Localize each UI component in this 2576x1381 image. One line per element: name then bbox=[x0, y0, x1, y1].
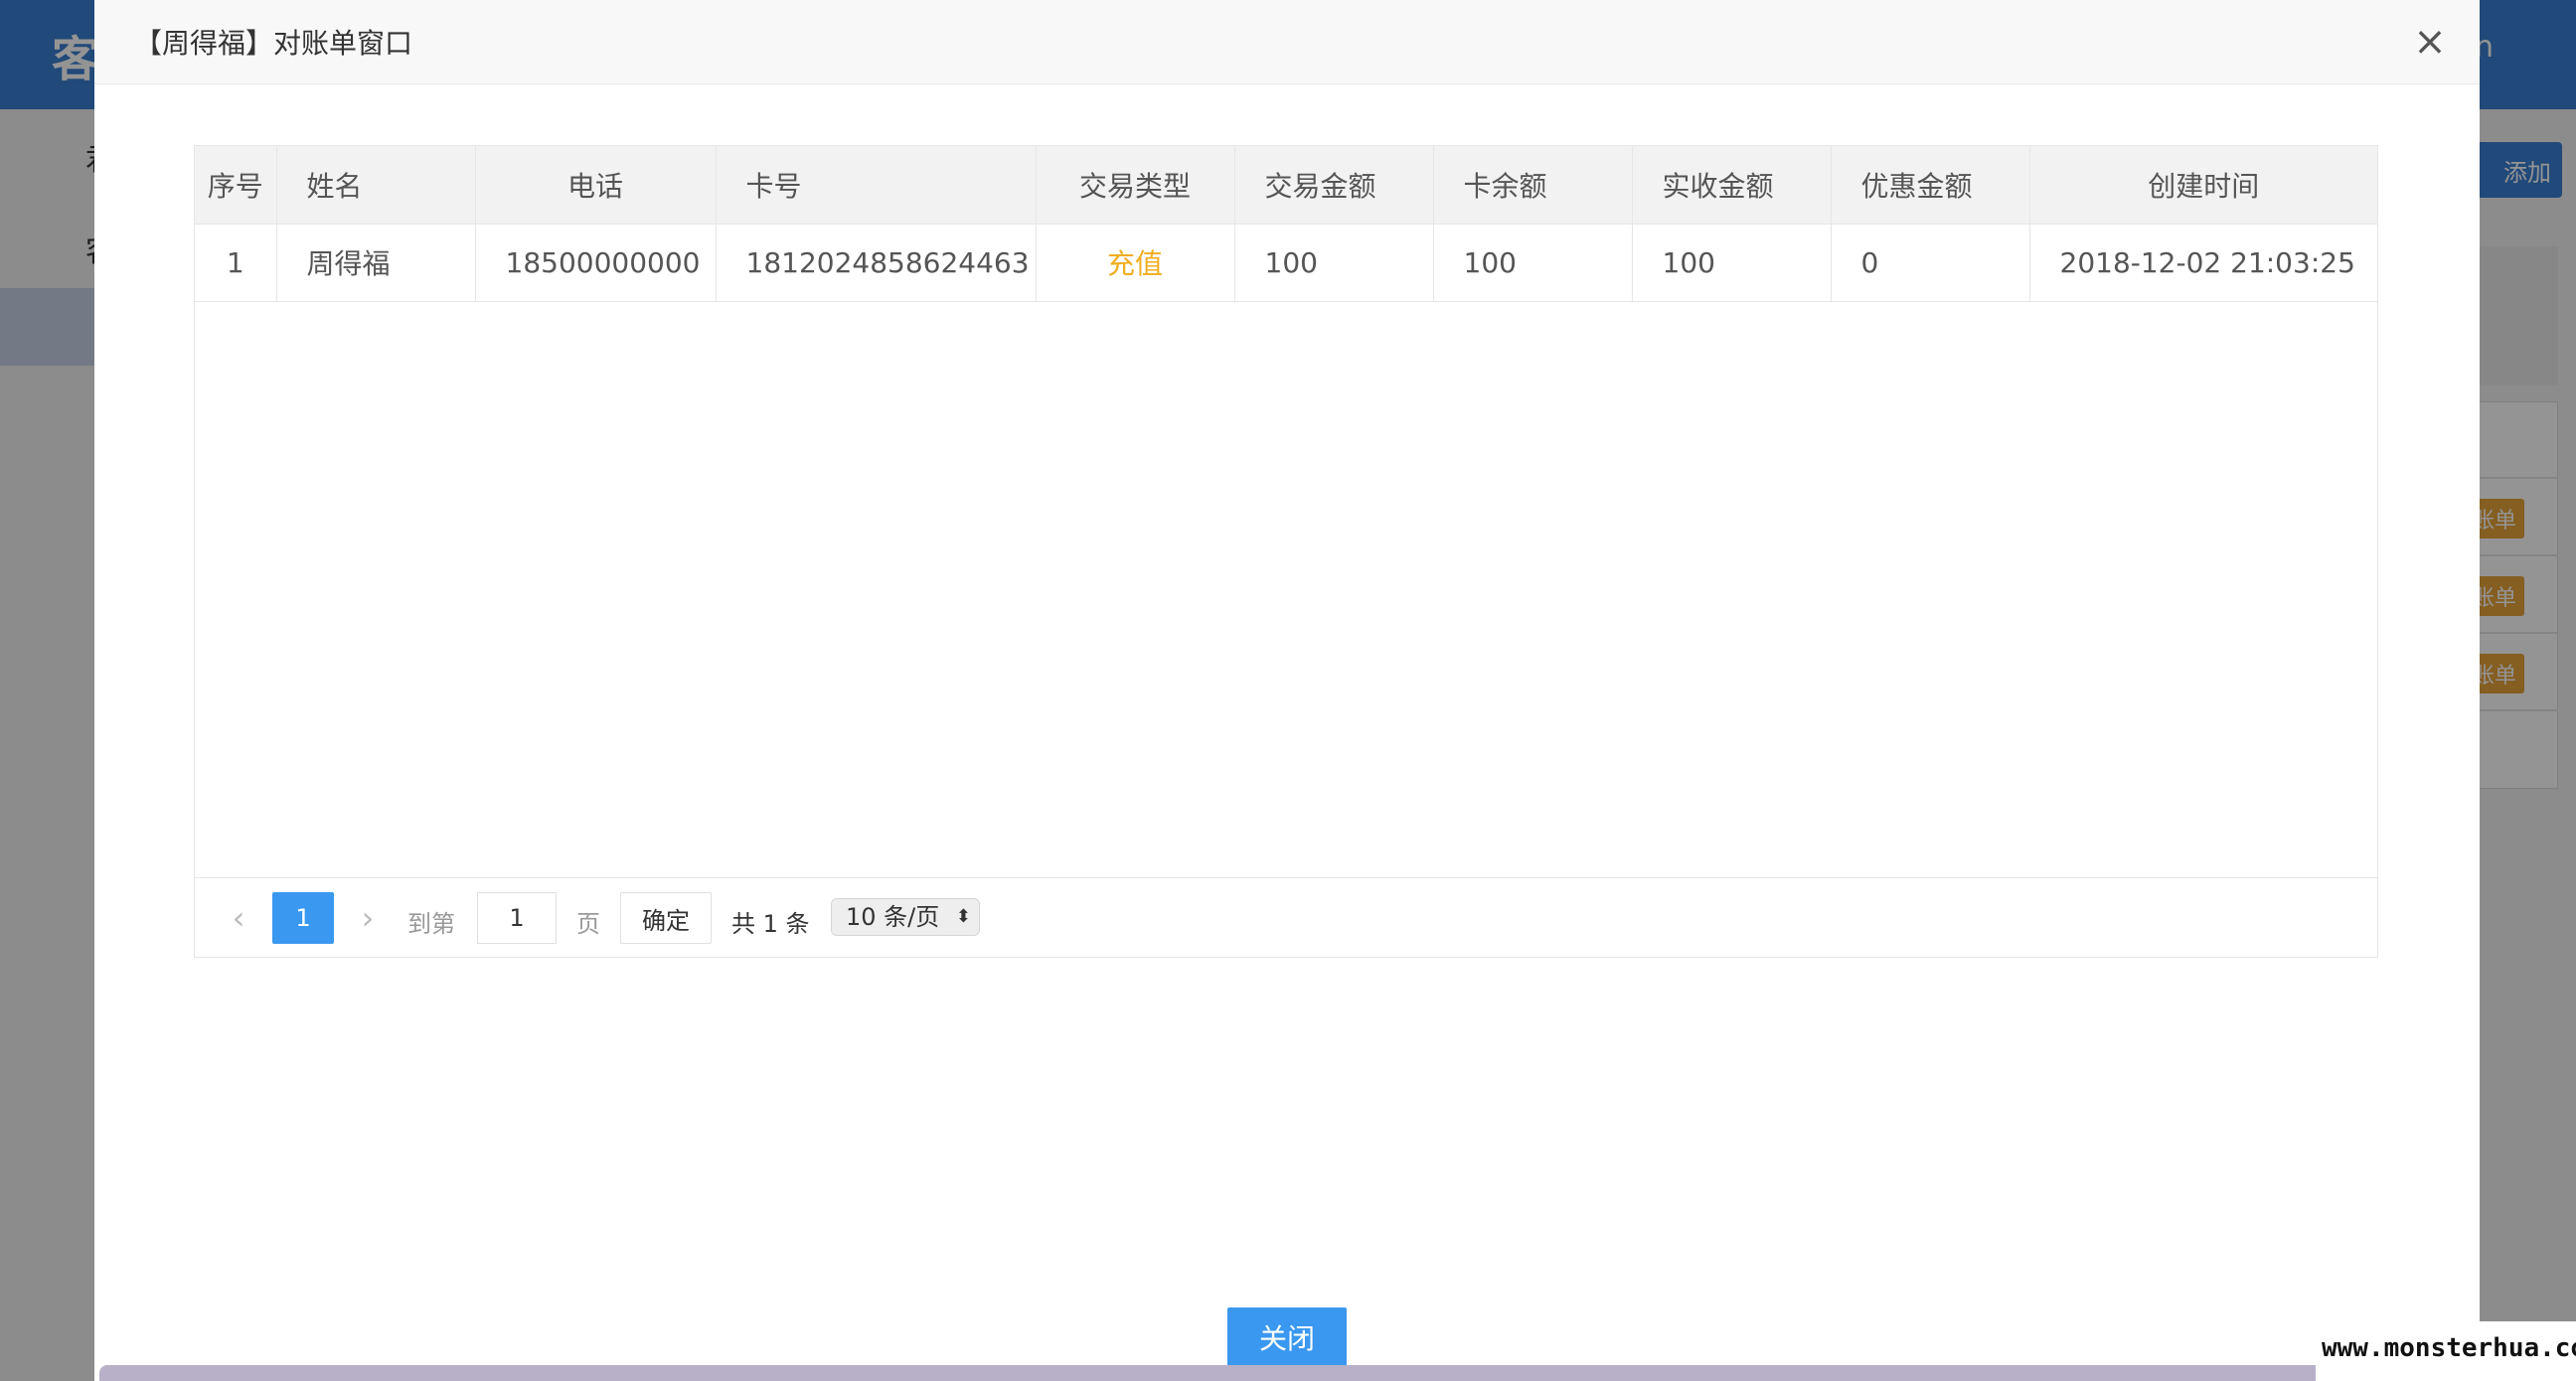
cell-received: 100 bbox=[1632, 224, 1832, 302]
col-header-type: 交易类型 bbox=[1036, 146, 1235, 225]
page-size-select[interactable]: 10 条/页 ⬍ bbox=[831, 898, 980, 936]
table-header-row: 序号 姓名 电话 卡号 交易类型 交易金额 卡余额 实收金额 优惠金额 创建时间 bbox=[195, 146, 2377, 225]
table-row: 1 周得福 18500000000 1812024858624463 充值 10… bbox=[195, 224, 2377, 302]
cell-discount: 0 bbox=[1831, 224, 2030, 302]
total-count: 共 1 条 bbox=[731, 910, 810, 938]
cell-created-at: 2018-12-02 21:03:25 bbox=[2029, 224, 2377, 302]
col-header-card-no: 卡号 bbox=[716, 146, 1037, 225]
page-unit-label: 页 bbox=[576, 910, 600, 938]
page-size-value: 10 条/页 bbox=[846, 903, 940, 931]
next-page-icon[interactable]: › bbox=[344, 892, 392, 944]
bottom-taskbar bbox=[99, 1365, 2445, 1381]
close-button[interactable]: 关闭 bbox=[1227, 1307, 1347, 1367]
cell-phone: 18500000000 bbox=[475, 224, 717, 302]
watermark: www.monsterhua.com bbox=[2316, 1321, 2576, 1381]
col-header-balance: 卡余额 bbox=[1433, 146, 1633, 225]
cell-amount: 100 bbox=[1234, 224, 1434, 302]
select-arrow-icon: ⬍ bbox=[955, 906, 971, 927]
goto-label: 到第 bbox=[407, 910, 455, 938]
close-icon[interactable]: × bbox=[2410, 22, 2450, 62]
statement-table: 序号 姓名 电话 卡号 交易类型 交易金额 卡余额 实收金额 优惠金额 创建时间… bbox=[195, 146, 2377, 302]
modal-title: 【周得福】对账单窗口 bbox=[134, 27, 413, 60]
col-header-index: 序号 bbox=[195, 146, 277, 225]
page-1-button[interactable]: 1 bbox=[272, 892, 334, 944]
statement-table-container: 序号 姓名 电话 卡号 交易类型 交易金额 卡余额 实收金额 优惠金额 创建时间… bbox=[194, 145, 2378, 958]
pagination: ‹ 1 › 到第 页 确定 共 1 条 10 条/页 ⬍ bbox=[195, 877, 2377, 957]
col-header-phone: 电话 bbox=[475, 146, 717, 225]
cell-type: 充值 bbox=[1036, 224, 1235, 302]
col-header-discount: 优惠金额 bbox=[1831, 146, 2030, 225]
cell-balance: 100 bbox=[1433, 224, 1633, 302]
col-header-name: 姓名 bbox=[276, 146, 476, 225]
col-header-received: 实收金额 bbox=[1632, 146, 1832, 225]
col-header-amount: 交易金额 bbox=[1234, 146, 1434, 225]
modal-header: 【周得福】对账单窗口 × bbox=[94, 0, 2480, 84]
prev-page-icon[interactable]: ‹ bbox=[215, 892, 262, 944]
cell-card-no: 1812024858624463 bbox=[716, 224, 1037, 302]
goto-page-input[interactable] bbox=[477, 892, 557, 944]
cell-index: 1 bbox=[195, 224, 277, 302]
col-header-created-at: 创建时间 bbox=[2029, 146, 2377, 225]
goto-confirm-button[interactable]: 确定 bbox=[620, 892, 712, 944]
cell-name: 周得福 bbox=[276, 224, 476, 302]
statement-modal: 【周得福】对账单窗口 × 序号 姓名 电话 卡号 交易类型 交易金额 卡余额 实… bbox=[94, 0, 2480, 1381]
